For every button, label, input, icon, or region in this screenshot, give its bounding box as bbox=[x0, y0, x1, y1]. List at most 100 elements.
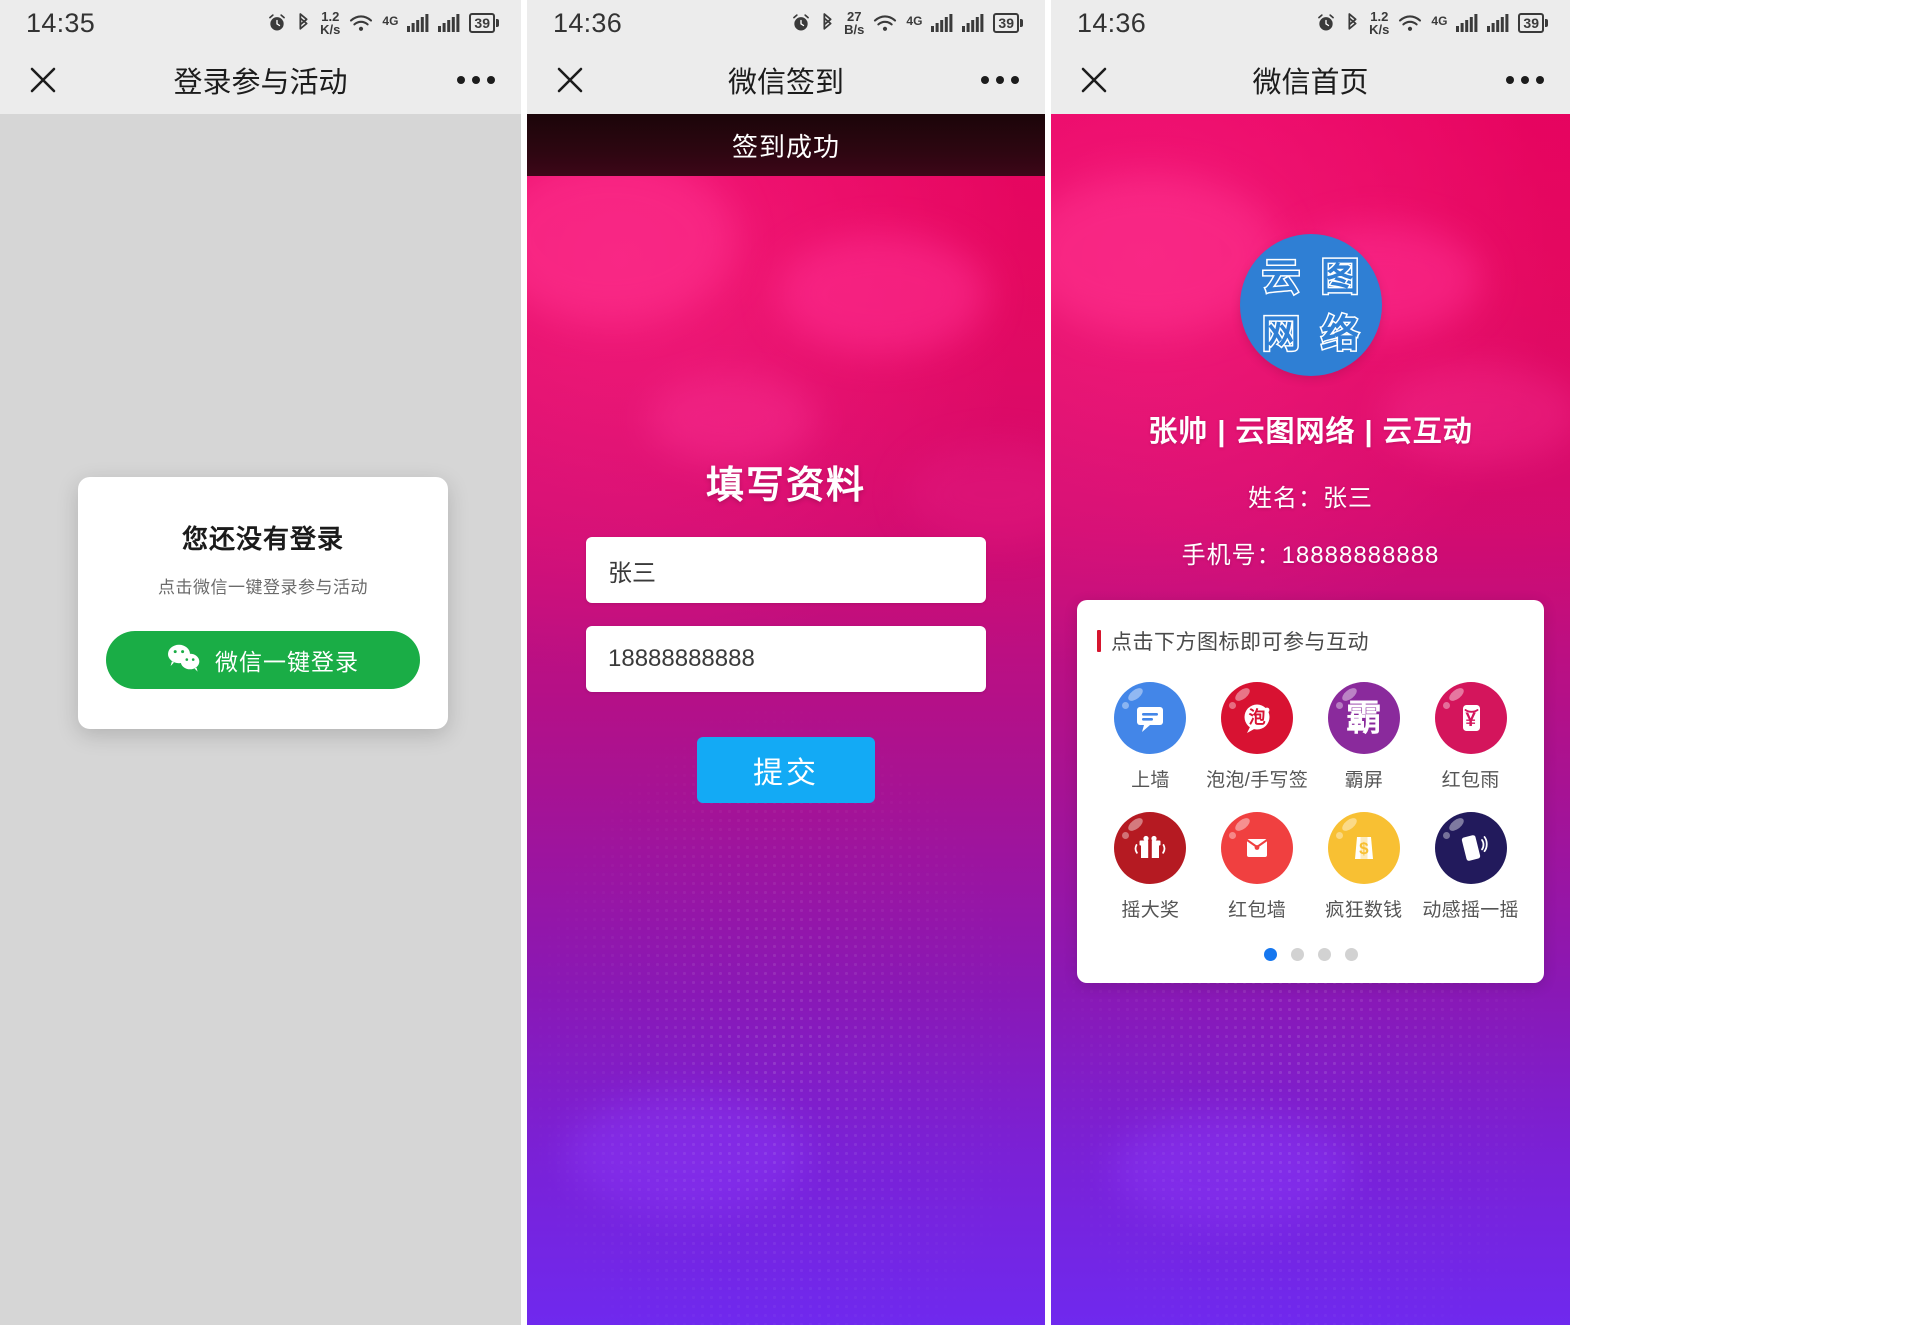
interaction-item-label: 红包墙 bbox=[1228, 900, 1287, 921]
interaction-item-hongbaoqiang[interactable]: 红包墙 bbox=[1204, 812, 1311, 922]
interaction-item-label: 泡泡/手写签 bbox=[1206, 770, 1309, 791]
red-envelope-wall-icon bbox=[1221, 812, 1294, 884]
network-rate-unit: K/s bbox=[1369, 22, 1390, 37]
network-type-label: 4G bbox=[382, 14, 399, 28]
interaction-item-label: 霸屏 bbox=[1344, 770, 1384, 791]
close-icon[interactable] bbox=[1077, 63, 1111, 97]
interaction-item-bapping[interactable]: 霸 霸屏 bbox=[1311, 682, 1418, 792]
interaction-item-paopao[interactable]: 泡 泡泡/手写签 bbox=[1204, 682, 1311, 792]
signal-bars-2-icon bbox=[1487, 14, 1509, 32]
signal-bars-2-icon bbox=[962, 14, 984, 32]
home-page-body: 云 图 网 络 张帅 | 云图网络 | 云互动 姓名：张三 手机号：188888… bbox=[1051, 114, 1570, 1325]
interaction-item-yaodajiang[interactable]: 摇大奖 bbox=[1097, 812, 1204, 922]
wechat-icon bbox=[167, 643, 201, 678]
phone-input-value: 18888888888 bbox=[608, 645, 755, 672]
close-icon[interactable] bbox=[26, 63, 60, 97]
interaction-item-yaoyiyao[interactable]: 动感摇一摇 bbox=[1417, 812, 1524, 922]
page-title: 微信签到 bbox=[727, 67, 844, 99]
network-rate-unit: B/s bbox=[844, 22, 865, 37]
signin-page-body: 签到成功 填写资料 张三 18888888888 提交 bbox=[527, 114, 1045, 1325]
home-content: 云 图 网 络 张帅 | 云图网络 | 云互动 姓名：张三 手机号：188888… bbox=[1051, 114, 1570, 1325]
interaction-item-label: 摇大奖 bbox=[1121, 900, 1180, 921]
status-time: 14:36 bbox=[1077, 7, 1147, 38]
more-icon[interactable] bbox=[457, 76, 495, 84]
screen-takeover-icon: 霸 bbox=[1327, 682, 1400, 754]
pagination-dots bbox=[1097, 948, 1524, 961]
interaction-item-label: 动感摇一摇 bbox=[1422, 900, 1519, 921]
interaction-item-fengkuangshuqian[interactable]: $ 疯狂数钱 bbox=[1311, 812, 1418, 922]
money-count-icon-glyph: $ bbox=[1359, 838, 1369, 858]
user-info: 姓名：张三 手机号：18888888888 bbox=[1077, 478, 1544, 570]
interaction-item-shangqiang[interactable]: 上墙 bbox=[1097, 682, 1204, 792]
signal-bars-2-icon bbox=[438, 14, 460, 32]
nav-bar: 登录参与活动 bbox=[0, 46, 521, 114]
network-rate: 1.2 K/s bbox=[320, 10, 340, 36]
login-prompt-card: 您还没有登录 点击微信一键登录参与活动 微信一键登录 bbox=[78, 477, 448, 729]
pagination-dot-3[interactable] bbox=[1317, 948, 1331, 961]
network-rate: 1.2 K/s bbox=[1369, 10, 1389, 36]
wifi-icon bbox=[349, 14, 373, 33]
page-title: 登录参与活动 bbox=[173, 67, 348, 99]
page-title: 微信首页 bbox=[1252, 67, 1369, 99]
logo-char-2: 图 bbox=[1319, 254, 1360, 299]
background-blob bbox=[527, 154, 737, 324]
pagination-dot-1[interactable] bbox=[1263, 948, 1277, 961]
phone-screen-signin-form: 14:36 27 B/s 4G 39 微信签到 签到成功 填写资料 张三 188… bbox=[527, 0, 1045, 1325]
close-icon[interactable] bbox=[553, 63, 587, 97]
speech-bubble-icon bbox=[1114, 682, 1187, 754]
wechat-login-button[interactable]: 微信一键登录 bbox=[106, 631, 420, 689]
network-rate-unit: K/s bbox=[320, 22, 341, 37]
background-blob bbox=[777, 234, 987, 354]
nav-bar: 微信签到 bbox=[527, 46, 1045, 114]
signal-bars-icon bbox=[931, 14, 953, 32]
status-icons: 27 B/s 4G 39 bbox=[791, 10, 1023, 36]
accent-bar bbox=[1097, 630, 1101, 652]
battery-icon: 39 bbox=[1518, 13, 1548, 33]
company-line: 张帅 | 云图网络 | 云互动 bbox=[1148, 416, 1473, 448]
money-count-icon: $ bbox=[1327, 812, 1400, 884]
status-icons: 1.2 K/s 4G 39 bbox=[267, 10, 499, 36]
nav-bar: 微信首页 bbox=[1051, 46, 1570, 114]
network-type-label: 4G bbox=[906, 14, 923, 28]
alarm-icon bbox=[267, 13, 287, 33]
battery-icon: 39 bbox=[469, 13, 499, 33]
signin-success-banner: 签到成功 bbox=[527, 114, 1045, 176]
signal-bars-icon bbox=[407, 14, 429, 32]
name-input[interactable]: 张三 bbox=[586, 537, 986, 603]
pagination-dot-2[interactable] bbox=[1290, 948, 1304, 961]
status-bar: 14:36 27 B/s 4G 39 bbox=[527, 0, 1045, 46]
company-logo: 云 图 网 络 bbox=[1239, 234, 1382, 376]
phone-input[interactable]: 18888888888 bbox=[586, 626, 986, 692]
network-rate: 27 B/s bbox=[844, 10, 864, 36]
signal-bars-icon bbox=[1456, 14, 1478, 32]
background-blob bbox=[647, 374, 817, 464]
user-name-row: 姓名：张三 bbox=[1248, 485, 1373, 512]
more-icon[interactable] bbox=[981, 76, 1019, 84]
status-bar: 14:36 1.2 K/s 4G 39 bbox=[1051, 0, 1570, 46]
battery-level: 39 bbox=[469, 13, 495, 33]
bluetooth-icon bbox=[1345, 12, 1360, 34]
battery-icon: 39 bbox=[993, 13, 1023, 33]
red-envelope-rain-icon: ¥ bbox=[1434, 682, 1507, 754]
form-title: 填写资料 bbox=[705, 465, 866, 507]
submit-button[interactable]: 提交 bbox=[697, 737, 875, 803]
interaction-item-label: 上墙 bbox=[1131, 770, 1170, 791]
red-envelope-rain-icon-glyph: ¥ bbox=[1465, 710, 1476, 731]
interaction-icon-grid: 上墙 泡 泡泡/手写签 霸 霸屏 ¥ 红包雨 摇大奖 红包墙 $ 疯狂数钱 动感… bbox=[1097, 682, 1524, 922]
battery-level: 39 bbox=[993, 13, 1019, 33]
pagination-dot-4[interactable] bbox=[1344, 948, 1358, 961]
interaction-item-hongbaoyu[interactable]: ¥ 红包雨 bbox=[1417, 682, 1524, 792]
login-page-body: 您还没有登录 点击微信一键登录参与活动 微信一键登录 bbox=[0, 114, 521, 1325]
alarm-icon bbox=[1316, 13, 1336, 33]
profile-form: 填写资料 张三 18888888888 提交 bbox=[527, 454, 1045, 803]
submit-button-label: 提交 bbox=[753, 757, 819, 790]
battery-level: 39 bbox=[1518, 13, 1544, 33]
phone-screen-login: 14:35 1.2 K/s 4G 39 登录参与活动 您还没有登录 点击微信一键… bbox=[0, 0, 521, 1325]
network-type-label: 4G bbox=[1431, 14, 1448, 28]
interaction-item-label: 疯狂数钱 bbox=[1325, 900, 1403, 921]
more-icon[interactable] bbox=[1506, 76, 1544, 84]
interaction-card-heading: 点击下方图标即可参与互动 bbox=[1097, 626, 1524, 656]
login-card-title: 您还没有登录 bbox=[181, 524, 344, 554]
name-input-value: 张三 bbox=[608, 559, 656, 587]
interaction-item-label: 红包雨 bbox=[1441, 770, 1500, 791]
